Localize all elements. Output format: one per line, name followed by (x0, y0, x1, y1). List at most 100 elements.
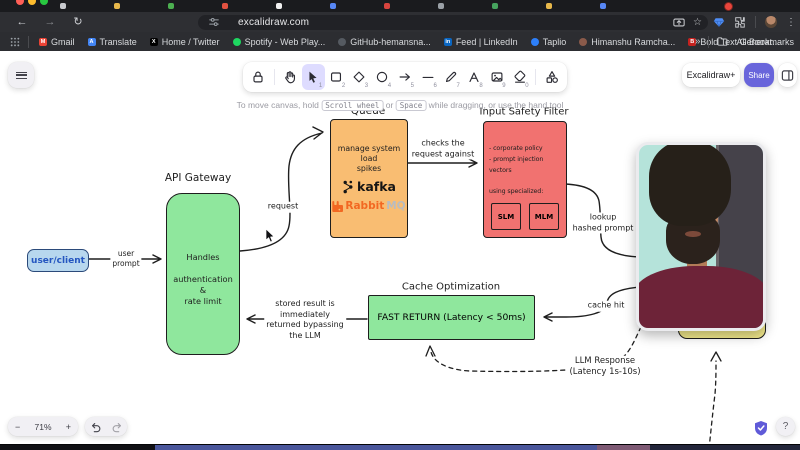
encryption-shield-icon (754, 420, 768, 441)
hand-icon (282, 69, 298, 85)
arrow-bottom-dashed[interactable] (709, 361, 716, 449)
bookmark-favicon (531, 38, 539, 46)
window-minimize-button[interactable] (28, 0, 36, 5)
tool-hand-button[interactable] (279, 64, 302, 90)
stored-result-label[interactable]: stored result is immediately returned by… (264, 299, 346, 341)
bookmark-item[interactable]: Spotify - Web Play... (233, 37, 326, 47)
tab-strip[interactable] (0, 0, 800, 12)
browser-menu-icon[interactable]: ⋮ (786, 17, 796, 28)
tab-favicon[interactable] (276, 3, 282, 9)
tool-shortcut-number: 1 (319, 83, 322, 89)
zoom-out-button[interactable]: − (15, 422, 20, 432)
tool-text-button[interactable]: 8 (462, 64, 485, 90)
tab-favicon[interactable] (222, 3, 228, 9)
tab-favicon[interactable] (168, 3, 174, 9)
tab-favicon[interactable] (438, 3, 444, 9)
tool-image-button[interactable]: 9 (485, 64, 508, 90)
bookmark-item[interactable]: inFeed | LinkedIn (444, 37, 518, 47)
zoom-in-button[interactable]: + (66, 422, 71, 432)
cache-title[interactable]: Cache Optimization (402, 282, 500, 293)
gem-extension-icon[interactable] (713, 17, 725, 28)
bookmark-item[interactable]: X Home / Twitter (150, 37, 220, 47)
bookmark-favicon (233, 38, 241, 46)
tool-shapes-button[interactable] (540, 64, 563, 90)
tool-eraser-button[interactable]: 0 (508, 64, 531, 90)
extensions-puzzle-icon[interactable] (734, 16, 746, 28)
bookmarks-overflow-chevron[interactable]: » (695, 36, 701, 47)
bookmark-item[interactable]: Himanshu Ramcha... (579, 37, 675, 47)
toolbar-divider (535, 69, 536, 85)
tool-arrow-button[interactable]: 5 (394, 64, 417, 90)
bookmark-star-icon[interactable]: ☆ (693, 17, 702, 28)
slm-node[interactable]: SLM (491, 203, 521, 230)
url-text: excalidraw.com (238, 17, 309, 28)
video-progress-bar (0, 444, 800, 450)
tool-pencil-button[interactable]: 7 (439, 64, 462, 90)
input-filter-node[interactable]: - corporate policy - prompt injection ve… (483, 121, 567, 238)
bookmark-label: Himanshu Ramcha... (591, 37, 675, 47)
share-button[interactable]: Share (744, 63, 774, 87)
bookmark-item[interactable]: Taplio (531, 37, 567, 47)
tab-favicon[interactable] (330, 3, 336, 9)
back-button[interactable]: ← (14, 12, 30, 32)
tool-shortcut-number: 5 (411, 83, 414, 89)
user-prompt-label[interactable]: user prompt (110, 249, 141, 269)
tool-circle-button[interactable]: 4 (371, 64, 394, 90)
undo-icon[interactable] (90, 421, 102, 433)
forward-button[interactable]: → (42, 12, 58, 32)
zoom-controls: − 71% + (8, 417, 78, 436)
window-zoom-button[interactable] (40, 0, 48, 5)
address-bar[interactable]: excalidraw.com ☆ (198, 15, 708, 30)
bookmark-item[interactable]: MGmail (39, 37, 75, 47)
toolbar-divider (274, 69, 275, 85)
checks-label[interactable]: checks the request against (410, 138, 476, 159)
tab-favicon[interactable] (60, 3, 66, 9)
bookmark-item[interactable]: ATranslate (88, 37, 137, 47)
site-info-icon[interactable] (208, 16, 220, 28)
canvas-hint: To move canvas, hold Scroll wheel or Spa… (237, 100, 564, 110)
lookup-label[interactable]: lookup hashed prompt (571, 212, 636, 233)
profile-avatar[interactable] (765, 16, 777, 28)
reload-button[interactable]: ↻ (70, 12, 86, 32)
help-button[interactable]: ? (776, 417, 795, 436)
cache-node[interactable]: FAST RETURN (Latency < 50ms) (368, 295, 535, 340)
api-gateway-node[interactable]: Handles authentication & rate limit (166, 193, 240, 355)
tool-square-button[interactable]: 2 (325, 64, 348, 90)
tab-favicon[interactable] (384, 3, 390, 9)
user-client-node[interactable]: user/client (27, 249, 89, 272)
redo-icon[interactable] (111, 421, 123, 433)
tab-share-icon[interactable] (673, 17, 685, 28)
tab-favicon[interactable] (114, 3, 120, 9)
arrow-queue-to-filter[interactable] (407, 159, 477, 167)
all-bookmarks-button[interactable]: All Bookmarks (736, 37, 794, 47)
cache-hit-label[interactable]: cache hit (586, 301, 627, 312)
api-gateway-title[interactable]: API Gateway (165, 172, 231, 184)
tab-favicon[interactable] (492, 3, 498, 9)
bookmark-favicon: X (150, 38, 158, 46)
menu-button[interactable] (8, 62, 34, 88)
tool-line-button[interactable]: 6 (416, 64, 439, 90)
space-key: Space (396, 100, 427, 111)
library-toggle-button[interactable] (778, 63, 797, 87)
tab-favicon[interactable] (600, 3, 606, 9)
tool-diamond-button[interactable]: 3 (348, 64, 371, 90)
apps-grid-icon[interactable] (10, 37, 20, 47)
browser-toolbar: ← → ↻ excalidraw.com ☆ ⋮ (0, 12, 800, 32)
tool-select-button[interactable]: 1 (302, 64, 325, 90)
progress-segment (155, 445, 597, 450)
arrow-gateway-to-queue[interactable] (240, 127, 323, 251)
tool-shortcut-number: 4 (388, 83, 391, 89)
llm-response-label[interactable]: LLM Response (Latency 1s-10s) (567, 356, 642, 378)
mlm-node[interactable]: MLM (529, 203, 559, 230)
progress-segment (0, 445, 155, 450)
window-close-button[interactable] (16, 0, 24, 5)
bookmark-item[interactable]: GitHub-hemansna... (338, 37, 431, 47)
tool-lock-button[interactable] (247, 64, 270, 90)
excalidraw-plus-button[interactable]: Excalidraw+ (682, 63, 740, 87)
tab-favicon[interactable] (546, 3, 552, 9)
bookmark-label: Home / Twitter (162, 37, 220, 47)
request-label[interactable]: request (266, 202, 300, 213)
zoom-level[interactable]: 71% (34, 422, 51, 432)
queue-node[interactable]: manage system load spikes kafka RabbitMQ (330, 119, 408, 238)
user-client-label: user/client (31, 256, 85, 266)
